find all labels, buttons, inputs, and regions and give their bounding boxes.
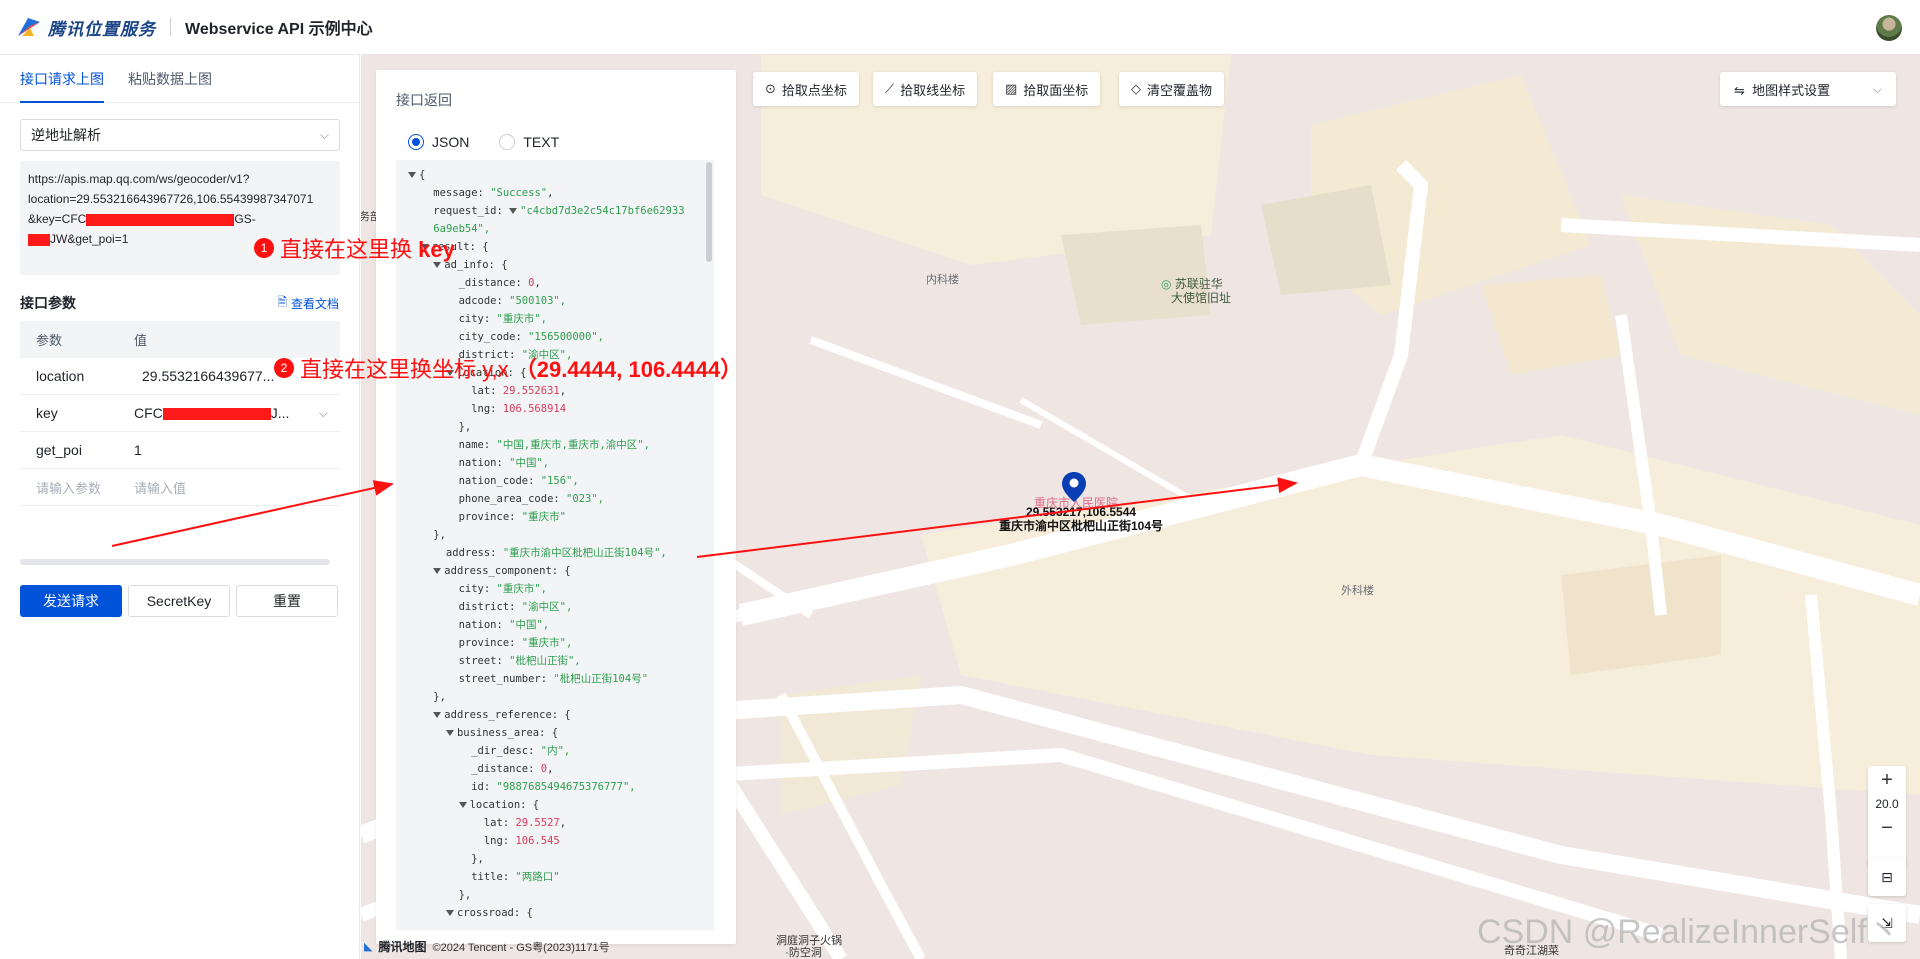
- radio-unchecked-icon: [499, 134, 516, 150]
- params-scrollbar[interactable]: [20, 559, 330, 565]
- tab-request-map[interactable]: 接口请求上图: [20, 55, 104, 103]
- poi-soviet-embassy[interactable]: ◎ 苏联驻华 大使馆旧址: [1161, 277, 1231, 305]
- document-icon: 🗎: [277, 295, 287, 309]
- polygon-icon: ▨: [1005, 81, 1018, 96]
- map-attribution: ◣ 腾讯地图 ©2024 Tencent - GS粤(2023)1171号: [364, 940, 610, 954]
- param-name: key: [36, 405, 58, 421]
- param-value[interactable]: 1: [130, 442, 340, 458]
- api-select[interactable]: 逆地址解析 ⌵: [20, 119, 340, 151]
- format-radio-group: JSON TEXT: [396, 124, 714, 160]
- response-title: 接口返回: [396, 92, 452, 108]
- header-divider: [170, 18, 171, 36]
- pick-polygon-button[interactable]: ▨ 拾取面坐标: [993, 72, 1101, 106]
- view-docs-link[interactable]: 🗎 查看文档: [277, 293, 339, 314]
- chevron-down-icon: ⌵: [319, 127, 329, 142]
- tencent-location-logo-icon[interactable]: [16, 16, 42, 38]
- reset-button[interactable]: 重置: [236, 585, 338, 617]
- sliders-icon: ⇋: [1734, 82, 1745, 98]
- tab-paste-data[interactable]: 粘贴数据上图: [128, 55, 212, 102]
- pin-address: 重庆市渝中区枇杷山正街104号: [998, 519, 1164, 533]
- brand-name[interactable]: 腾讯位置服务: [48, 15, 156, 40]
- radio-text[interactable]: TEXT: [499, 134, 559, 150]
- params-title: 接口参数: [20, 295, 76, 311]
- map-label-surgery: 外科楼: [1341, 585, 1374, 597]
- target-icon: ⊙: [765, 81, 776, 96]
- clear-overlays-button[interactable]: ◇ 清空覆盖物: [1119, 72, 1225, 106]
- radio-checked-icon: [408, 134, 424, 150]
- page-title: Webservice API 示例中心: [185, 21, 373, 38]
- url-line-2: location=29.553216643967726,106.55439987…: [28, 192, 314, 206]
- map-style-settings-button[interactable]: ⇋ 地图样式设置 ⌵: [1720, 72, 1896, 106]
- radio-json[interactable]: JSON: [408, 134, 469, 150]
- param-row-get-poi[interactable]: get_poi 1: [20, 432, 340, 469]
- redacted-key-mark: [162, 408, 271, 421]
- param-value[interactable]: CFC J... ⌵: [130, 405, 340, 421]
- redacted-key-mark: [86, 213, 235, 226]
- pick-line-button[interactable]: ⟋ 拾取线坐标: [873, 72, 978, 106]
- top-header: 腾讯位置服务 Webservice API 示例中心: [0, 0, 1920, 55]
- zoom-out-button[interactable]: −: [1881, 814, 1893, 842]
- param-value-input[interactable]: 请输入值: [130, 478, 340, 497]
- param-name-input[interactable]: 请输入参数: [20, 478, 130, 497]
- json-viewer[interactable]: { message: "Success", request_id: "c4cbd…: [396, 160, 714, 922]
- param-name: location: [36, 368, 85, 384]
- annotation-1: 1 直接在这里换 key: [254, 232, 455, 264]
- chevron-down-icon: ⌵: [1872, 81, 1882, 96]
- chevron-down-icon[interactable]: ⌵: [319, 406, 328, 421]
- user-avatar[interactable]: [1876, 15, 1902, 41]
- tencent-map-logo-icon: ◣: [364, 941, 373, 953]
- send-request-button[interactable]: 发送请求: [20, 585, 122, 617]
- annotation-2: 2 直接在这里换坐标 y,x （29.4444, 106.4444）: [274, 352, 742, 384]
- redacted-key-mark: [28, 233, 50, 246]
- response-panel: 接口返回 JSON TEXT { message: "Success", req…: [376, 70, 736, 944]
- request-tabs: 接口请求上图 粘贴数据上图: [0, 55, 359, 103]
- map-label-internal-medicine: 内科楼: [926, 274, 959, 286]
- param-name: get_poi: [36, 442, 82, 458]
- eraser-icon: ◇: [1131, 81, 1141, 96]
- param-row-new[interactable]: 请输入参数 请输入值: [20, 469, 340, 506]
- pick-point-button[interactable]: ⊙ 拾取点坐标: [753, 72, 859, 106]
- json-scrollbar[interactable]: [706, 162, 712, 262]
- line-icon: ⟋: [885, 81, 895, 96]
- zoom-level: 20.0: [1875, 797, 1899, 811]
- bottom-poi-hotpot: 洞庭洞子火锅 ·防空洞: [776, 935, 842, 959]
- annotation-number: 1: [254, 238, 274, 258]
- col-param-header: 参数: [36, 333, 63, 348]
- action-buttons: 发送请求 SecretKey 重置: [20, 585, 338, 617]
- secret-key-button[interactable]: SecretKey: [128, 585, 230, 617]
- pin-coordinate: 29.553217,106.5544: [1025, 505, 1137, 519]
- api-select-value: 逆地址解析: [31, 127, 101, 143]
- zoom-in-button[interactable]: +: [1881, 766, 1893, 794]
- url-line-3: &key=CFC GS-: [28, 212, 256, 226]
- ruler-icon: ⊟: [1881, 868, 1893, 885]
- params-table: 参数 值 location 29.5532166439677... ◌ key C…: [20, 321, 340, 506]
- annotation-number: 2: [274, 358, 294, 378]
- poi-icon: ◎: [1161, 277, 1172, 291]
- csdn-watermark: CSDN @RealizeInnerSelf丶: [1477, 913, 1901, 951]
- zoom-control: + 20.0 −: [1868, 766, 1906, 866]
- scale-ruler-button[interactable]: ⊟: [1868, 858, 1906, 896]
- url-line-1: https://apis.map.qq.com/ws/geocoder/v1?: [28, 172, 250, 186]
- param-row-key[interactable]: key CFC J... ⌵: [20, 395, 340, 432]
- request-panel: 接口请求上图 粘贴数据上图 逆地址解析 ⌵ https://apis.map.q…: [0, 55, 360, 959]
- col-value-header: 值: [134, 333, 148, 348]
